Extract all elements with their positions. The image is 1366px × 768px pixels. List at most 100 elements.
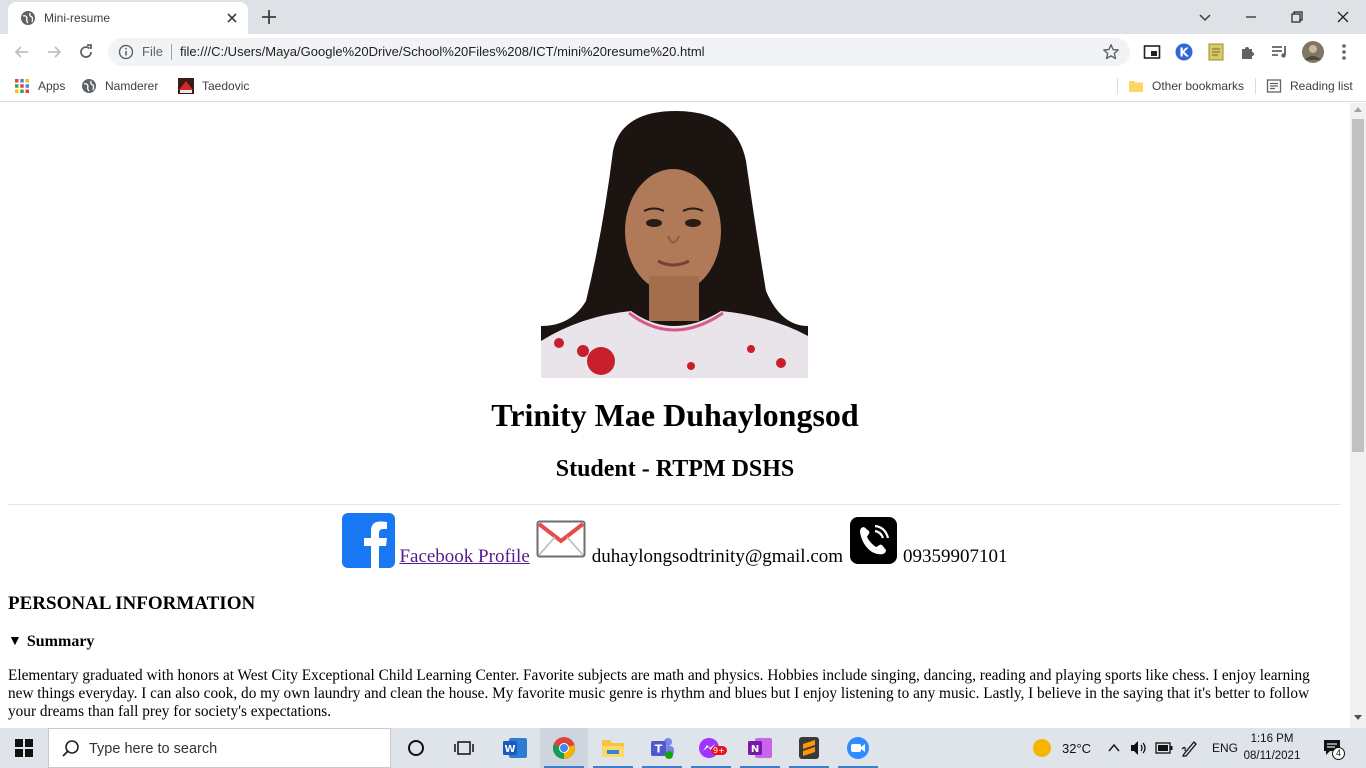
task-view-icon xyxy=(454,741,474,755)
start-button[interactable] xyxy=(0,728,48,768)
notification-badge: 9+ xyxy=(711,746,727,755)
search-placeholder: Type here to search xyxy=(89,741,218,757)
chevron-up-icon xyxy=(1108,743,1120,752)
browser-menu-button[interactable] xyxy=(1334,42,1354,62)
language-label: ENG xyxy=(1212,741,1239,755)
url-text[interactable]: file:///C:/Users/Maya/Google%20Drive/Sch… xyxy=(180,44,705,59)
tab-search-button[interactable] xyxy=(1182,0,1228,34)
clock-date: 08/11/2021 xyxy=(1243,750,1301,762)
weather-widget[interactable]: 32°C xyxy=(1032,728,1091,768)
taskbar-chrome[interactable] xyxy=(540,728,588,768)
tab-mini-resume[interactable]: Mini-resume xyxy=(8,2,248,34)
bookmark-apps[interactable]: Apps xyxy=(14,76,65,96)
picture-in-picture-extension[interactable] xyxy=(1142,42,1162,62)
clock-time: 1:16 PM xyxy=(1250,733,1294,745)
tab-strip: Mini-resume xyxy=(0,0,1366,34)
profile-avatar[interactable] xyxy=(1301,40,1325,64)
globe-icon xyxy=(82,79,96,93)
reading-list-button[interactable]: Reading list xyxy=(1266,76,1353,96)
scrollbar-thumb[interactable] xyxy=(1352,119,1364,452)
notes-extension[interactable] xyxy=(1206,42,1226,62)
bookmarks-divider xyxy=(1255,78,1256,94)
browser-toolbar: File file:///C:/Users/Maya/Google%20Driv… xyxy=(0,34,1366,70)
bookmark-label: Taedovic xyxy=(202,79,250,93)
facebook-icon[interactable] xyxy=(342,513,396,568)
note-icon xyxy=(1208,43,1224,61)
cortana-button[interactable] xyxy=(392,728,440,768)
sublime-text-icon xyxy=(799,737,819,759)
phone-text: 09359907101 xyxy=(903,546,1008,567)
reload-icon xyxy=(80,44,92,58)
info-icon[interactable] xyxy=(118,44,134,60)
bookmark-taedovic[interactable]: Taedovic xyxy=(178,76,249,96)
notification-count: 4 xyxy=(1332,747,1345,760)
avatar-icon xyxy=(1302,41,1324,63)
taskbar-sublime-text[interactable] xyxy=(785,728,833,768)
battery-button[interactable] xyxy=(1155,728,1173,768)
sun-icon xyxy=(1033,739,1051,757)
task-view-button[interactable] xyxy=(440,728,488,768)
svg-text:N: N xyxy=(751,744,759,755)
more-vertical-icon xyxy=(1342,44,1346,60)
input-language[interactable]: ENG xyxy=(1212,728,1238,768)
svg-text:W: W xyxy=(504,744,515,755)
reading-list-icon xyxy=(1266,79,1282,93)
bookmark-label: Reading list xyxy=(1290,79,1353,93)
address-bar[interactable]: File file:///C:/Users/Maya/Google%20Driv… xyxy=(108,38,1130,66)
bookmarks-divider xyxy=(1117,78,1118,94)
show-hidden-icons-button[interactable] xyxy=(1108,728,1120,768)
page-viewport: Trinity Mae Duhaylongsod Student - RTPM … xyxy=(0,103,1350,728)
close-tab-icon[interactable] xyxy=(224,10,240,26)
weather-temperature: 32°C xyxy=(1062,740,1092,756)
windows-taskbar: Type here to search W T 9+ N 32°C ENG 1:… xyxy=(0,728,1366,768)
back-button[interactable] xyxy=(10,40,34,64)
search-icon xyxy=(62,740,79,757)
arrow-left-icon xyxy=(14,46,28,58)
url-divider xyxy=(171,44,172,60)
resume-name: Trinity Mae Duhaylongsod xyxy=(491,397,859,433)
bookmark-label: Other bookmarks xyxy=(1152,79,1245,93)
bookmark-label: Apps xyxy=(38,79,66,93)
taskbar-clock[interactable]: 1:16 PM 08/11/2021 xyxy=(1240,731,1304,765)
teams-icon: T xyxy=(651,738,674,759)
pip-icon xyxy=(1143,45,1161,59)
new-tab-icon[interactable] xyxy=(260,8,278,26)
k-extension[interactable]: K xyxy=(1174,42,1194,62)
taskbar-zoom[interactable] xyxy=(834,728,882,768)
email-text: duhaylongsodtrinity@gmail.com xyxy=(591,546,844,567)
zoom-icon xyxy=(847,737,869,759)
taskbar-messenger[interactable]: 9+ xyxy=(687,728,735,768)
minimize-button[interactable] xyxy=(1228,0,1274,34)
close-window-button[interactable] xyxy=(1320,0,1366,34)
puzzle-icon xyxy=(1242,47,1254,59)
taedovic-favicon xyxy=(178,78,194,94)
bookmark-other-bookmarks[interactable]: Other bookmarks xyxy=(1128,76,1244,96)
summary-toggle[interactable]: ▼ Summary xyxy=(8,633,94,651)
bookmark-star-icon[interactable] xyxy=(1102,43,1120,61)
media-controls-button[interactable] xyxy=(1270,42,1290,62)
bookmarks-bar: Apps Namderer Taedovic Other bookmarks R… xyxy=(0,70,1366,102)
taskbar-teams[interactable]: T xyxy=(638,728,686,768)
taskbar-search-box[interactable]: Type here to search xyxy=(48,728,391,768)
folder-icon xyxy=(602,740,624,757)
chrome-icon xyxy=(552,737,575,759)
mail-icon xyxy=(536,520,586,558)
restore-button[interactable] xyxy=(1274,0,1320,34)
pen-workspace-button[interactable] xyxy=(1181,728,1199,768)
forward-button[interactable] xyxy=(42,40,66,64)
bookmark-namderer[interactable]: Namderer xyxy=(81,76,158,96)
vertical-scrollbar[interactable] xyxy=(1350,103,1366,728)
taskbar-word[interactable]: W xyxy=(491,728,539,768)
summary-paragraph: Elementary graduated with honors at West… xyxy=(8,667,1310,720)
action-center-button[interactable]: 4 xyxy=(1322,728,1345,768)
windows-logo-icon xyxy=(15,739,33,757)
taskbar-file-explorer[interactable] xyxy=(589,728,637,768)
scroll-down-arrow-icon[interactable] xyxy=(1354,715,1362,720)
pen-icon xyxy=(1181,741,1197,757)
reload-button[interactable] xyxy=(74,40,98,64)
scroll-up-arrow-icon[interactable] xyxy=(1354,107,1362,112)
facebook-profile-link[interactable]: Facebook Profile xyxy=(399,546,529,568)
taskbar-onenote[interactable]: N xyxy=(736,728,784,768)
extensions-button[interactable] xyxy=(1238,42,1258,62)
volume-button[interactable] xyxy=(1130,728,1148,768)
